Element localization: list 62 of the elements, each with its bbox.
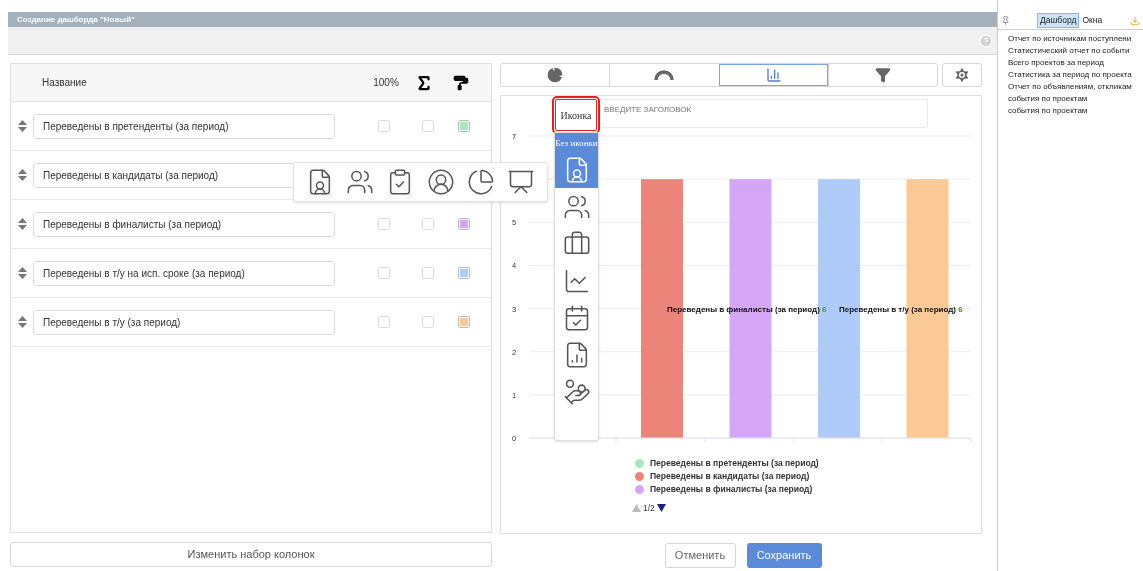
percent-checkbox[interactable]	[378, 218, 390, 230]
side-tab[interactable]: Окна	[1079, 13, 1106, 28]
pie-chart-icon	[547, 67, 564, 83]
legend-label[interactable]: Переведены в претенденты (за период)	[650, 456, 819, 470]
column-name-field[interactable]: Переведены в т/у на исп. сроке (за период)	[33, 260, 335, 286]
settings-button[interactable]	[942, 63, 982, 87]
color-swatch[interactable]	[460, 318, 468, 326]
change-columns-button[interactable]: Изменить набор колонок	[10, 542, 492, 567]
icon-option[interactable]	[555, 151, 598, 188]
sort-icon	[17, 267, 27, 279]
side-list-item[interactable]: Статистический отчет по событи	[1008, 45, 1143, 57]
bar-chart-icon	[765, 67, 782, 83]
side-tab[interactable]: Дашборд	[1037, 13, 1080, 28]
paint-roller-icon	[453, 74, 469, 91]
column-header: 100%	[372, 76, 400, 90]
page-down-arrow-icon[interactable]	[656, 504, 666, 513]
pin-icon[interactable]	[1001, 16, 1010, 25]
cancel-button[interactable]: Отменить	[664, 543, 736, 568]
side-list-item[interactable]: события по проектам	[1008, 105, 1143, 117]
legend-label[interactable]: Переведены в кандидаты (за период)	[650, 469, 810, 483]
user-circle-icon	[426, 168, 455, 196]
icon-button[interactable]: Иконка	[555, 99, 597, 131]
settings-icon	[953, 66, 971, 84]
side-list-item[interactable]: Статистика за период по проекта	[1008, 69, 1143, 81]
color-swatch[interactable]	[460, 269, 468, 277]
chart-type-tab[interactable]	[827, 64, 937, 86]
filter-icon	[874, 67, 891, 83]
sort-icon	[17, 218, 27, 230]
users-icon	[346, 168, 375, 196]
legend-label[interactable]: Переведены в финалисты (за период)	[650, 482, 813, 496]
column-name-field[interactable]: Переведены в претенденты (за период)	[33, 113, 335, 139]
side-list-item[interactable]: Всего проектов за период	[1008, 57, 1143, 69]
color-swatch[interactable]	[460, 220, 468, 228]
percent-checkbox[interactable]	[378, 267, 390, 279]
column-header: Название	[42, 76, 88, 90]
pie-chart-icon	[466, 168, 495, 196]
download-icon[interactable]	[1130, 15, 1140, 26]
percent-checkbox[interactable]	[378, 316, 390, 328]
window-title: Создание дашборда "Новый"	[17, 13, 135, 26]
color-swatch[interactable]	[460, 122, 468, 130]
sort-icon	[17, 169, 27, 181]
sort-icon	[17, 316, 27, 328]
presentation-icon	[506, 168, 535, 196]
column-name-field[interactable]: Переведены в т/у (за период)	[33, 309, 335, 335]
chart-title-field[interactable]: ВВЕДИТЕ ЗАГОЛОВОК	[600, 99, 928, 128]
help-icon[interactable]	[979, 33, 993, 48]
sum-checkbox[interactable]	[422, 218, 434, 230]
sort-icon	[17, 120, 27, 132]
sum-checkbox[interactable]	[422, 267, 434, 279]
sum-checkbox[interactable]	[422, 316, 434, 328]
data-label: Переведены в т/у (за период) 6	[839, 305, 963, 314]
side-list-item[interactable]: Отчет по объявлениям, откликам	[1008, 81, 1143, 93]
chart-type-tab[interactable]	[718, 64, 828, 86]
side-list-item[interactable]: Отчет по источникам поступлени	[1008, 33, 1143, 45]
side-list-item[interactable]: события по проектам	[1008, 93, 1143, 105]
percent-checkbox[interactable]	[378, 120, 390, 132]
hand-coins-icon	[562, 377, 591, 406]
sum-icon	[415, 73, 433, 92]
sum-checkbox[interactable]	[422, 120, 434, 132]
column-name-field[interactable]: Переведены в финалисты (за период)	[33, 211, 335, 237]
legend-page-indicator: 1/2	[643, 502, 655, 515]
gauge-icon	[654, 70, 675, 80]
